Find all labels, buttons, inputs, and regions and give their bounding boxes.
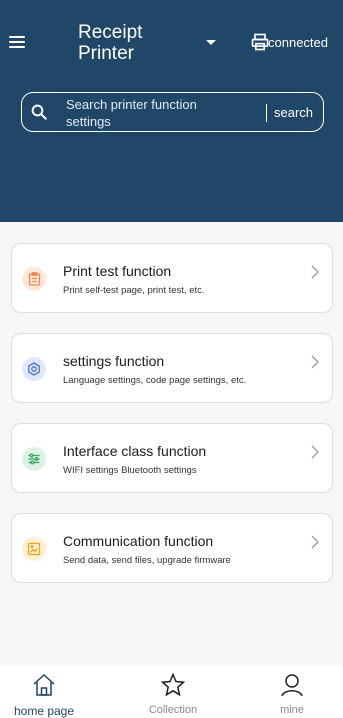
tab-label: home page	[13, 704, 75, 718]
star-icon	[160, 672, 186, 697]
card-title: Communication function	[63, 533, 214, 549]
image-icon	[22, 537, 46, 561]
chevron-right-icon	[311, 445, 319, 459]
tab-home[interactable]: home page	[4, 666, 84, 718]
chevron-right-icon	[311, 265, 319, 279]
tab-label: mine	[280, 704, 304, 716]
card-description: Language settings, code page settings, e…	[63, 375, 247, 386]
tab-mine[interactable]: mine	[252, 666, 332, 718]
tab-collection[interactable]: Collection	[133, 666, 213, 718]
tab-label: Collection	[148, 704, 198, 716]
card-description: Print self-test page, print test, etc.	[63, 285, 205, 296]
bottom-tab-bar: home page Collection mine	[0, 666, 343, 718]
chevron-right-icon	[311, 535, 319, 549]
search-button[interactable]: search	[274, 105, 313, 120]
home-icon	[33, 673, 55, 696]
card-communication[interactable]: Communication function Send data, send f…	[11, 513, 333, 583]
app-header: Receipt Printer connected Search printer…	[0, 0, 343, 222]
person-icon	[281, 674, 303, 697]
sliders-icon	[22, 447, 46, 471]
chevron-right-icon	[311, 355, 319, 369]
connection-status: connected	[268, 35, 328, 50]
card-settings[interactable]: settings function Language settings, cod…	[11, 333, 333, 403]
card-title: Print test function	[63, 263, 172, 279]
search-divider	[266, 104, 267, 122]
search-input[interactable]: Search printer function settings search	[21, 92, 324, 132]
card-title: settings function	[63, 353, 165, 369]
card-interface[interactable]: Interface class function WIFI settings B…	[11, 423, 333, 493]
card-print-test[interactable]: Print test function Print self-test page…	[11, 243, 333, 313]
card-description: WIFI settings Bluetooth settings	[63, 465, 197, 476]
gear-icon	[22, 357, 46, 381]
search-icon	[31, 104, 47, 120]
menu-icon[interactable]	[9, 36, 25, 49]
card-description: Send data, send files, upgrade firmware	[63, 555, 231, 566]
card-title: Interface class function	[63, 443, 207, 459]
printer-icon	[251, 33, 269, 51]
search-placeholder: Search printer function settings	[66, 97, 197, 129]
chevron-down-icon[interactable]	[206, 40, 216, 45]
page-title: Receipt Printer	[78, 22, 143, 64]
clipboard-icon	[22, 267, 46, 291]
